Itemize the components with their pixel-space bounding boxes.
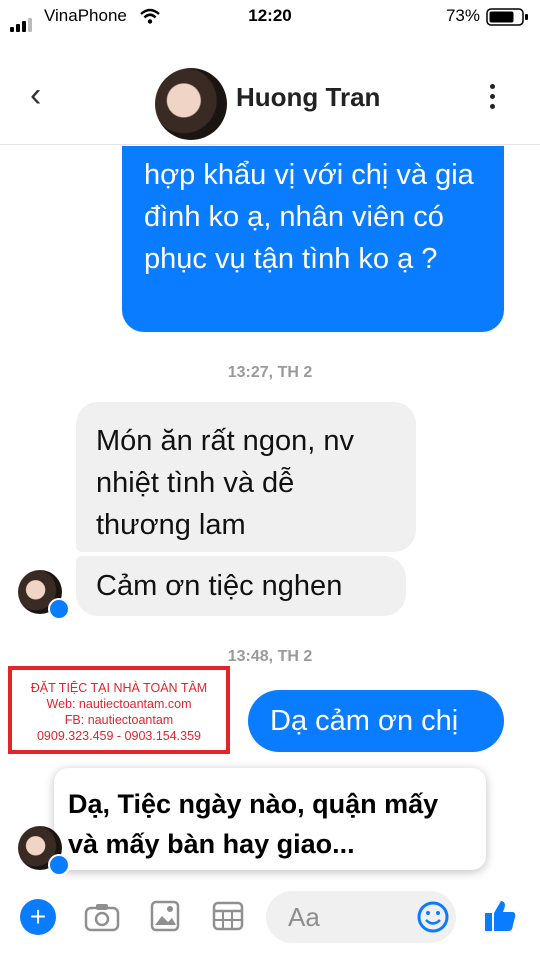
outgoing-message[interactable]: Dạ cảm ơn chị (248, 690, 504, 752)
promo-fb: FB: nautiectoantam (64, 713, 174, 727)
back-icon[interactable]: ‹ (30, 78, 41, 112)
promo-watermark: ĐẶT TIỆC TẠI NHÀ TOÀN TÂM Web: nautiecto… (8, 666, 230, 754)
promo-title: ĐẶT TIỆC TẠI NHÀ TOÀN TÂM (30, 681, 208, 695)
grid-icon[interactable] (212, 901, 244, 931)
more-icon[interactable] (490, 84, 498, 114)
input-placeholder: Aa (288, 902, 320, 932)
contact-name[interactable]: Huong Tran (236, 82, 380, 113)
messenger-badge-icon (48, 854, 70, 876)
camera-icon[interactable] (84, 902, 120, 932)
timestamp: 13:27, TH 2 (227, 364, 313, 381)
promo-web: Web: nautiectoantam.com (46, 697, 192, 711)
image-icon[interactable] (150, 900, 180, 932)
like-icon[interactable] (482, 898, 518, 934)
message-preview-popup[interactable]: Dạ, Tiệc ngày nào, quận mấy và mấy bàn h… (54, 768, 486, 870)
contact-avatar[interactable] (155, 68, 227, 140)
conversation-header: ‹ Huong Tran (0, 32, 540, 145)
battery-icon (486, 8, 528, 26)
incoming-message[interactable]: Cảm ơn tiệc nghen (76, 556, 406, 616)
incoming-message[interactable]: Món ăn rất ngon, nv nhiệt tình và dễ thư… (76, 402, 416, 552)
timestamp: 13:48, TH 2 (227, 648, 313, 665)
battery-percent: 73% (445, 6, 480, 25)
promo-phone: 0909.323.459 - 0903.154.359 (36, 729, 202, 743)
emoji-icon[interactable] (416, 900, 450, 934)
outgoing-message[interactable]: hợp khẩu vị với chị và gia đình ko ạ, nh… (122, 146, 504, 332)
status-bar: VinaPhone 12:20 73% (0, 0, 540, 32)
plus-icon[interactable]: + (20, 899, 56, 935)
messenger-badge-icon (48, 598, 70, 620)
